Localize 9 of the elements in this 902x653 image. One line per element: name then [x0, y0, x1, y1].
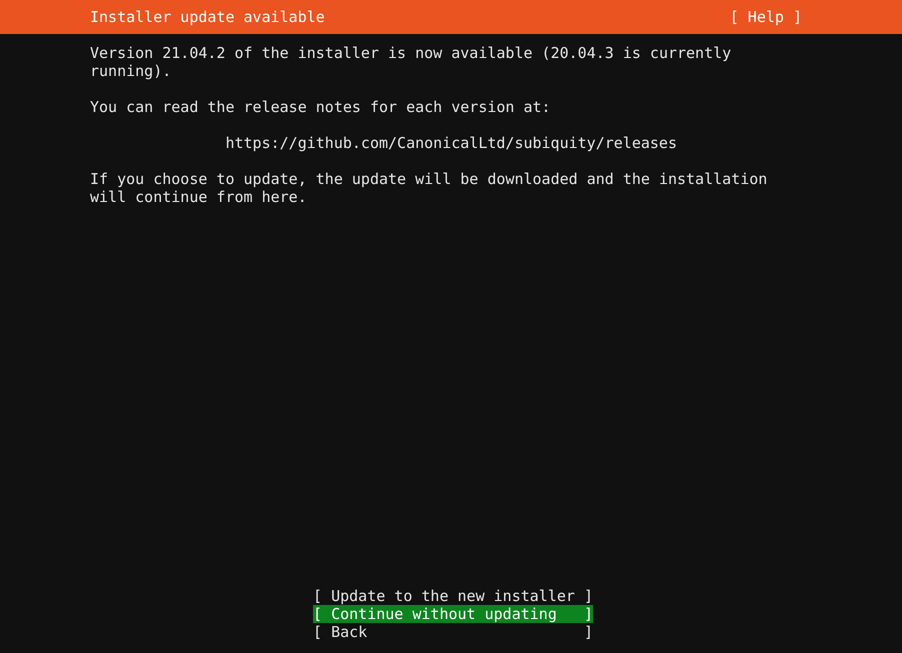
- screen-title: Installer update available: [90, 8, 325, 26]
- message-text: You can read the release notes for each version at:: [90, 98, 552, 116]
- message-text: If you choose to update, the update will be downloaded and the installation will continue from here.: [90, 170, 768, 206]
- release-notes-url: https://github.com/CanonicalLtd/subiquity/releases: [224, 134, 678, 152]
- menu-button[interactable]: [ Continue without updating ]: [313, 605, 593, 623]
- help-link[interactable]: [ Help ]: [730, 8, 802, 26]
- message-text: Version 21.04.2 of the installer is now available (20.04.3 is currently running).: [90, 44, 732, 80]
- menu-button[interactable]: [ Back ]: [313, 623, 593, 641]
- menu-button[interactable]: [ Update to the new installer ]: [313, 587, 593, 605]
